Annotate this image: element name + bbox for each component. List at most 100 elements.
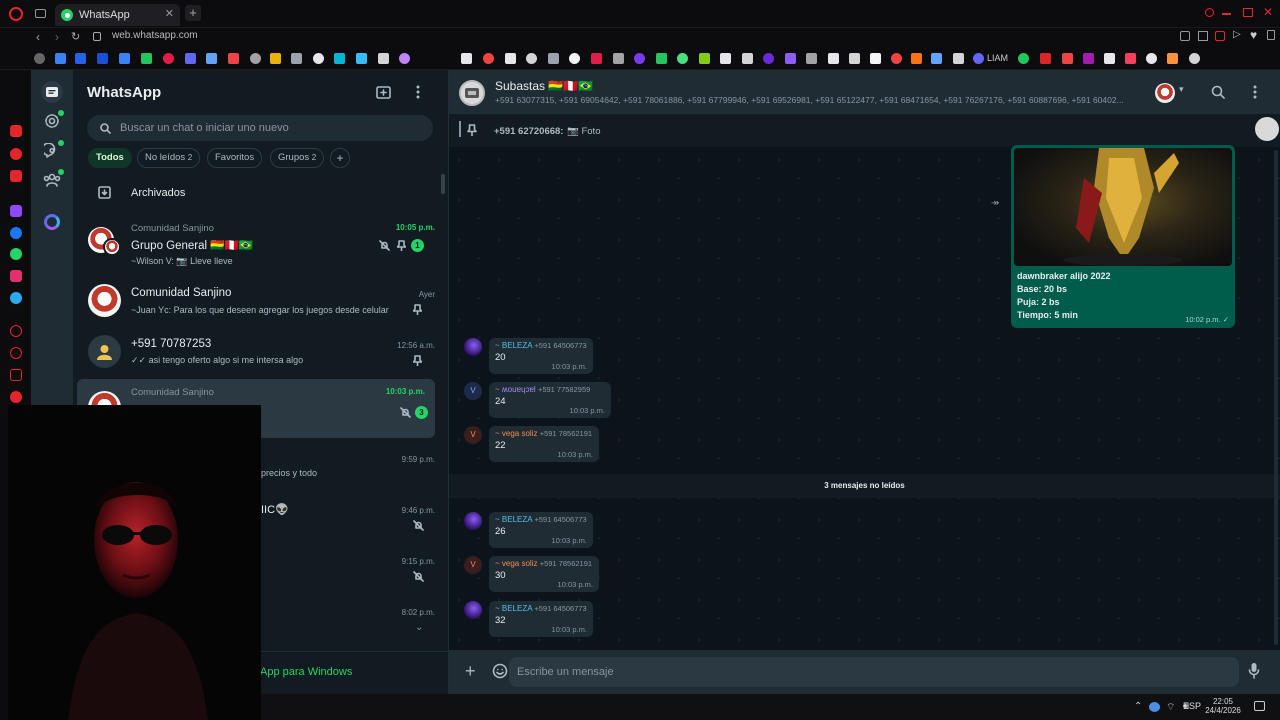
bookmark-image-icon[interactable] (931, 53, 942, 64)
chat-list-scrollbar[interactable] (441, 174, 445, 194)
heart-icon[interactable]: ♥ (1250, 28, 1257, 42)
incoming-message[interactable]: ~ BELEZA +591 64506773 20 10:03 p.m. (489, 338, 593, 374)
bookmark-light-icon[interactable] (206, 53, 217, 64)
forward-icon[interactable]: ↠ (991, 198, 999, 209)
bookmark-messenger-icon[interactable] (75, 53, 86, 64)
incoming-message[interactable]: ~ ʍouɐɥɔɐl +591 77582959 24 10:03 p.m. (489, 382, 611, 418)
bookmark-ring-icon[interactable] (677, 53, 688, 64)
bookmark-flag-icon[interactable] (1062, 53, 1073, 64)
bookmark-chatgpt-icon[interactable] (1189, 53, 1200, 64)
bookmark-fox-icon[interactable] (1167, 53, 1178, 64)
incoming-message[interactable]: ~ BELEZA +591 64506773 32 10:03 p.m. (489, 601, 593, 637)
chat-item-phone-70787253[interactable]: +591 70787253 ✓✓ asi tengo oferto algo s… (73, 327, 449, 377)
bookmark-grey-icon[interactable] (250, 53, 261, 64)
bookmark-white-icon[interactable] (313, 53, 324, 64)
chat-item-grupo-general[interactable]: Comunidad Sanjino Grupo General 🇧🇴🇵🇪🇧🇷 ~… (73, 218, 449, 268)
bookmark-twitch-icon[interactable] (634, 53, 645, 64)
new-tab-button[interactable]: + (185, 5, 201, 21)
opera-instagram-icon[interactable] (10, 270, 22, 282)
sticker-avatar[interactable] (1255, 117, 1279, 141)
search-input[interactable]: Buscar un chat o iniciar uno nuevo (87, 115, 433, 141)
menu-kebab-icon[interactable] (416, 85, 420, 99)
bookmark-rhomb-icon[interactable] (828, 53, 839, 64)
player-icon[interactable]: ▷ (1233, 29, 1241, 40)
bookmark-ai-icon[interactable] (291, 53, 302, 64)
add-filter-button[interactable]: + (330, 148, 350, 168)
bookmark-bolt-icon[interactable] (591, 53, 602, 64)
tab-manager-icon[interactable] (35, 9, 46, 18)
subastas-group-avatar[interactable] (459, 80, 485, 106)
maximize-button[interactable] (1243, 8, 1253, 17)
archived-row[interactable]: Archivados (73, 178, 443, 208)
chat-item-comunidad-sanjino[interactable]: Comunidad Sanjino ~Juan Yc: Para los que… (73, 276, 449, 326)
w-avatar[interactable]: V (464, 382, 482, 400)
opera-crypto-icon[interactable] (10, 148, 22, 160)
opera-player-icon[interactable] (10, 170, 22, 182)
tab-whatsapp[interactable]: WhatsApp ✕ (55, 4, 180, 26)
bookmark-yt-icon[interactable] (1040, 53, 1051, 64)
emoji-icon[interactable] (492, 663, 508, 679)
bookmark-down-icon[interactable] (763, 53, 774, 64)
bookmark-youtube-icon[interactable] (483, 53, 494, 64)
bookmark-tiles-icon[interactable] (742, 53, 753, 64)
conversation-header[interactable]: Subastas 🇧🇴🇵🇪🇧🇷 +591 63077315, +591 6905… (449, 70, 1280, 114)
close-window-button[interactable]: ✕ (1263, 5, 1273, 19)
bookmark-rose-icon[interactable] (1125, 53, 1136, 64)
tray-chevron-up-icon[interactable]: ⌃ (1134, 701, 1142, 712)
conversation-scrollbar[interactable] (1274, 150, 1278, 645)
minimize-button[interactable] (1222, 13, 1231, 15)
bookmark-google-icon[interactable] (1146, 53, 1157, 64)
opera-whatsapp-icon[interactable] (10, 248, 22, 260)
bookmark-tiktok-icon[interactable] (1104, 53, 1115, 64)
attach-plus-icon[interactable]: + (465, 660, 476, 682)
new-chat-icon[interactable] (376, 85, 392, 100)
menu-kebab-icon[interactable] (1253, 85, 1257, 99)
url-field[interactable]: web.whatsapp.com (112, 30, 198, 41)
snapshot-icon[interactable] (1180, 31, 1190, 41)
bookmark-diamond-icon[interactable] (720, 53, 731, 64)
bookmark-red-icon[interactable] (891, 53, 902, 64)
bookmark-liam-icon[interactable] (973, 53, 984, 64)
status-nav-icon[interactable] (41, 110, 64, 132)
bookmark-headphones-icon[interactable] (526, 53, 537, 64)
tab-close-icon[interactable]: ✕ (165, 7, 174, 20)
filter-chip-favoritos[interactable]: Favoritos (207, 148, 263, 168)
chats-nav-icon[interactable] (41, 81, 63, 103)
incoming-message[interactable]: ~ vega soliz +591 78562191 30 10:03 p.m. (489, 556, 599, 592)
incoming-message[interactable]: ~ vega soliz +591 78562191 22 10:03 p.m. (489, 426, 599, 462)
windows-app-link[interactable]: App para Windows (260, 666, 352, 678)
bookmark-settings-icon[interactable] (34, 53, 45, 64)
search-icon[interactable] (1211, 85, 1225, 99)
filter-chip-grupos[interactable]: Grupos 2 (270, 148, 325, 168)
opera-telegram-icon[interactable] (10, 292, 22, 304)
meta-ai-icon[interactable] (41, 211, 63, 233)
bookmark-yellow-icon[interactable] (270, 53, 281, 64)
bookmark-cyan-icon[interactable] (334, 53, 345, 64)
channels-nav-icon[interactable] (41, 140, 64, 162)
bookmark-window-icon[interactable] (806, 53, 817, 64)
bookmark-orange-icon[interactable] (911, 53, 922, 64)
extensions-icon[interactable] (1198, 31, 1208, 41)
participant-avatar[interactable] (1155, 83, 1175, 103)
hero-image[interactable] (1014, 148, 1232, 266)
bookmark-g-icon[interactable] (1018, 53, 1029, 64)
clock[interactable]: 22:05 24/4/2026 (1201, 697, 1245, 715)
beleza-avatar[interactable] (464, 601, 482, 619)
bookmark-chat-icon[interactable] (953, 53, 964, 64)
chevron-down-icon[interactable]: ▾ (1179, 84, 1184, 95)
opera-clock-icon[interactable] (10, 347, 22, 359)
bookmark-purple-icon[interactable] (185, 53, 196, 64)
microphone-icon[interactable] (1248, 662, 1260, 679)
forward-button[interactable]: › (55, 30, 59, 44)
filter-chip-no-leidos[interactable]: No leídos 2 (137, 148, 201, 168)
bookmark-folder-icon[interactable] (849, 53, 860, 64)
beleza-avatar[interactable] (464, 512, 482, 530)
wifi-icon[interactable]: ⌔ (1166, 701, 1175, 714)
bookmark-violet-icon[interactable] (399, 53, 410, 64)
bookmark-magenta-icon[interactable] (1083, 53, 1094, 64)
download-icon[interactable] (1267, 30, 1275, 40)
bookmark-pin-icon[interactable] (613, 53, 624, 64)
pinned-message-bar[interactable]: +591 62720668: 📷 Foto (449, 114, 1280, 147)
opera-messenger-icon[interactable] (10, 227, 22, 239)
bookmark-doc-icon[interactable] (870, 53, 881, 64)
